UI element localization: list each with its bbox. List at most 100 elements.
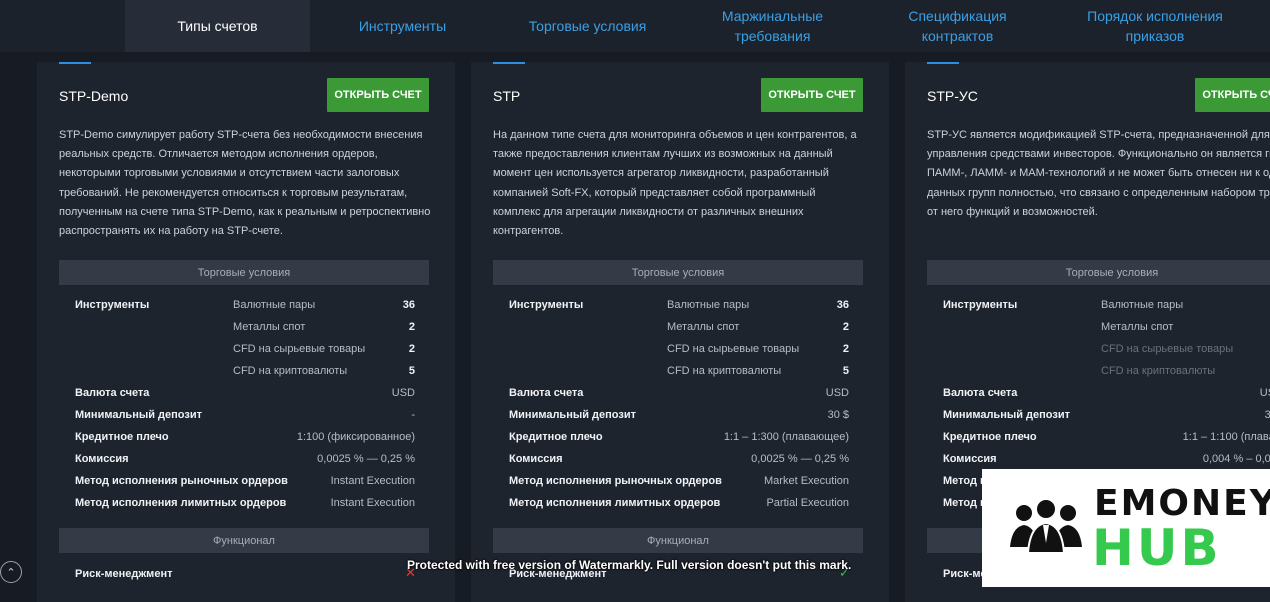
row-label: Валюта счета [943, 387, 1018, 399]
instrument-count: 2 [842, 321, 849, 333]
row-label: Метод исполнения рыночных ордеров [75, 475, 288, 487]
row-value: USD [1259, 387, 1270, 399]
table-row: Валюта счета USD [943, 383, 1270, 405]
row-label: Комиссия [75, 453, 129, 465]
section-header-trading: Торговые условия [59, 260, 429, 285]
card-title: STP-УС [927, 88, 978, 104]
instrument-count: 36 [836, 299, 849, 311]
tab-trading-conditions[interactable]: Торговые условия [495, 0, 680, 52]
row-label: Минимальный депозит [509, 409, 636, 421]
table-row: Валюта счета USD [509, 383, 849, 405]
row-label: Кредитное плечо [943, 431, 1037, 443]
instrument-name: Металлы спот [233, 321, 306, 333]
card-accent-line [59, 62, 91, 64]
row-label: Инструменты [75, 299, 150, 311]
table-row: Минимальный депозит 300 [943, 405, 1270, 427]
row-label: Инструменты [509, 299, 584, 311]
instrument-name: Валютные пары [667, 299, 750, 311]
table-row: CFD на сырьевые товары [943, 339, 1270, 361]
tab-instruments[interactable]: Инструменты [310, 0, 495, 52]
tab-label: Торговые условия [528, 18, 647, 34]
table-row: Минимальный депозит 30 $ [509, 405, 849, 427]
table-row: Металлы спот [943, 317, 1270, 339]
tab-margin-requirements[interactable]: Маржинальные требования [680, 0, 865, 52]
row-value: Market Execution [764, 475, 849, 487]
card-description: STP-УС является модификацией STP-счета, … [927, 129, 1270, 218]
instrument-count: 5 [408, 365, 415, 377]
row-value: 1:100 (фиксированное) [296, 431, 415, 443]
tab-label: Типы счетов [177, 18, 258, 34]
table-row: CFD на криптовалюты [943, 361, 1270, 383]
row-value: USD [391, 387, 415, 399]
instrument-name: CFD на сырьевые товары [1101, 343, 1234, 355]
table-row: Инструменты Валютные пары 36 [75, 295, 415, 317]
row-label: Валюта счета [75, 387, 150, 399]
table-row: Комиссия 0,004 % – 0,006 [943, 449, 1270, 471]
row-label: Минимальный депозит [943, 409, 1070, 421]
table-row: CFD на криптовалюты 5 [509, 361, 849, 383]
instrument-name: CFD на криптовалюты [667, 365, 782, 377]
table-row: Металлы спот 2 [75, 317, 415, 339]
row-value: 1:1 – 1:100 (плаваю [1182, 431, 1270, 443]
row-label: Инструменты [943, 299, 1018, 311]
row-label: Минимальный депозит [75, 409, 202, 421]
tab-bar: Типы счетов Инструменты Торговые условия… [0, 0, 1270, 52]
table-row: Инструменты Валютные пары [943, 295, 1270, 317]
row-value: - [411, 409, 415, 421]
watermark-text: Protected with free version of Watermark… [407, 558, 852, 572]
open-account-button[interactable]: ОТКРЫТЬ СЧЕТ [761, 78, 863, 112]
tab-label: Инструменты [358, 18, 447, 34]
row-label: Кредитное плечо [509, 431, 603, 443]
instrument-name: Валютные пары [1101, 299, 1184, 311]
logo-word-emoney: EMONEY [1094, 483, 1270, 524]
table-row: CFD на сырьевые товары 2 [509, 339, 849, 361]
instrument-count: 2 [408, 343, 415, 355]
account-card: STP ОТКРЫТЬ СЧЕТ На данном типе счета для … [471, 62, 889, 602]
card-title: STP-Demo [59, 88, 129, 104]
table-row: Металлы спот 2 [509, 317, 849, 339]
row-value: 0,0025 % — 0,25 % [751, 453, 849, 465]
instrument-count: 5 [842, 365, 849, 377]
instrument-name: CFD на сырьевые товары [233, 343, 366, 355]
card-accent-line [927, 62, 959, 64]
row-label: Кредитное плечо [75, 431, 169, 443]
section-header-features: Функционал [493, 528, 863, 553]
table-row: Валюта счета USD [75, 383, 415, 405]
row-value: 1:1 – 1:300 (плавающее) [723, 431, 849, 443]
row-value: Partial Execution [766, 497, 849, 509]
scroll-up-icon[interactable]: ⌃ [0, 561, 22, 583]
tab-label: Маржинальные требования [721, 8, 824, 44]
instrument-name: CFD на криптовалюты [1101, 365, 1216, 377]
table-row: Комиссия 0,0025 % — 0,25 % [509, 449, 849, 471]
instrument-name: Валютные пары [233, 299, 316, 311]
table-row: Метод исполнения лимитных ордеров Partial… [509, 493, 849, 515]
conditions-table: Инструменты Валютные пары 36 Металлы спот 2 C… [75, 295, 415, 515]
tab-order-execution[interactable]: Порядок исполнения приказов [1050, 0, 1260, 52]
open-account-button[interactable]: ОТКРЫТЬ СЧЕТ [327, 78, 429, 112]
card-title: STP [493, 88, 521, 104]
account-card: STP-Demo ОТКРЫТЬ СЧЕТ STP-Demo симулирует … [37, 62, 455, 602]
instrument-count: 36 [402, 299, 415, 311]
table-row: Метод исполнения лимитных ордеров Instant… [75, 493, 415, 515]
table-row: Инструменты Валютные пары 36 [509, 295, 849, 317]
card-description: STP-Demo симулирует работу STP-счета без… [59, 129, 431, 238]
tab-label: Спецификация контрактов [908, 8, 1007, 44]
section-header-features: Функционал [59, 528, 429, 553]
instrument-name: Металлы спот [1101, 321, 1174, 333]
tab-contract-specs[interactable]: Спецификация контрактов [865, 0, 1050, 52]
risk-management-label: Риск-менеджмент [75, 568, 173, 580]
row-label: Метод исполнения лимитных ордеров [75, 497, 287, 509]
tab-label: Порядок исполнения приказов [1087, 8, 1223, 44]
conditions-table: Инструменты Валютные пары 36 Металлы спот 2 C… [509, 295, 849, 515]
instrument-name: CFD на криптовалюты [233, 365, 348, 377]
table-row: CFD на сырьевые товары 2 [75, 339, 415, 361]
row-value: USD [825, 387, 849, 399]
table-row: Минимальный депозит - [75, 405, 415, 427]
open-account-button[interactable]: ОТКРЫТЬ СЧЕТ [1195, 78, 1270, 112]
row-value: Instant Execution [330, 475, 415, 487]
table-row: Метод исполнения рыночных ордеров Market … [509, 471, 849, 493]
table-row: Кредитное плечо 1:100 (фиксированное) [75, 427, 415, 449]
tab-account-types[interactable]: Типы счетов [125, 0, 310, 52]
table-row: Комиссия 0,0025 % — 0,25 % [75, 449, 415, 471]
row-label: Метод исполнения рыночных ордеров [509, 475, 722, 487]
